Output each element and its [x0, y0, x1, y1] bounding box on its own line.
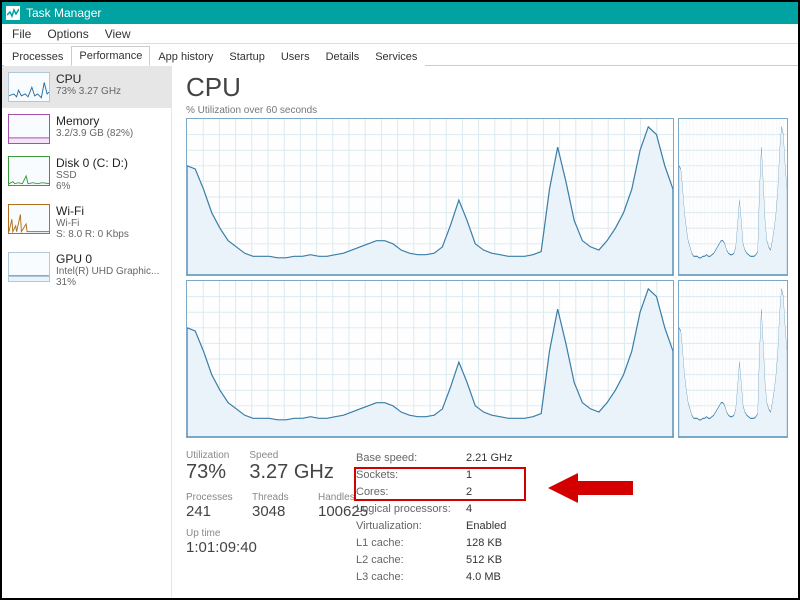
- logical-processors-value: 4: [466, 501, 472, 518]
- sidebar-item-cpu[interactable]: CPU 73% 3.27 GHz: [2, 66, 171, 108]
- chart-caption: % Utilization over 60 seconds: [186, 105, 788, 116]
- threads-label: Threads: [252, 492, 302, 503]
- logical-processors-label: Logical processors:: [356, 501, 466, 518]
- menu-view[interactable]: View: [97, 25, 139, 43]
- tab-users[interactable]: Users: [273, 47, 318, 66]
- sidebar-cpu-sub: 73% 3.27 GHz: [56, 86, 121, 97]
- app-icon: [6, 6, 20, 20]
- cores-value: 2: [466, 484, 472, 501]
- tab-services[interactable]: Services: [367, 47, 425, 66]
- wifi-thumb-icon: [8, 204, 50, 234]
- cpu-chart-1[interactable]: [186, 118, 674, 276]
- base-speed-label: Base speed:: [356, 450, 466, 467]
- sidebar-gpu-sub2: 31%: [56, 277, 159, 288]
- cores-label: Cores:: [356, 484, 466, 501]
- gpu-thumb-icon: [8, 252, 50, 282]
- uptime-label: Up time: [186, 528, 356, 539]
- sidebar-disk-sub2: 6%: [56, 181, 128, 192]
- cpu-thumb-icon: [8, 72, 50, 102]
- tab-performance[interactable]: Performance: [71, 46, 150, 66]
- l1-cache-label: L1 cache:: [356, 535, 466, 552]
- processes-label: Processes: [186, 492, 236, 503]
- tab-startup[interactable]: Startup: [221, 47, 272, 66]
- l3-cache-label: L3 cache:: [356, 569, 466, 586]
- sidebar-item-gpu[interactable]: GPU 0 Intel(R) UHD Graphic... 31%: [2, 246, 171, 294]
- cpu-chart-3[interactable]: [186, 280, 674, 438]
- window-title: Task Manager: [26, 6, 101, 20]
- l2-cache-label: L2 cache:: [356, 552, 466, 569]
- menu-bar: File Options View: [2, 24, 798, 44]
- l3-cache-value: 4.0 MB: [466, 569, 501, 586]
- content-area: CPU % Utilization over 60 seconds Utiliz…: [172, 66, 798, 598]
- cpu-chart-4[interactable]: [678, 280, 788, 438]
- title-bar: Task Manager: [2, 2, 798, 24]
- sidebar-disk-sub1: SSD: [56, 170, 128, 181]
- sidebar-item-memory[interactable]: Memory 3.2/3.9 GB (82%): [2, 108, 171, 150]
- sidebar-item-disk[interactable]: Disk 0 (C: D:) SSD 6%: [2, 150, 171, 198]
- speed-value: 3.27 GHz: [249, 461, 333, 484]
- processes-value: 241: [186, 503, 236, 520]
- menu-file[interactable]: File: [4, 25, 39, 43]
- sidebar-item-wifi[interactable]: Wi-Fi Wi-Fi S: 8.0 R: 0 Kbps: [2, 198, 171, 246]
- tab-details[interactable]: Details: [318, 47, 368, 66]
- sidebar: CPU 73% 3.27 GHz Memory 3.2/3.9 GB (82%)…: [2, 66, 172, 598]
- tab-processes[interactable]: Processes: [4, 47, 71, 66]
- memory-thumb-icon: [8, 114, 50, 144]
- sidebar-wifi-title: Wi-Fi: [56, 204, 129, 218]
- sidebar-gpu-sub1: Intel(R) UHD Graphic...: [56, 266, 159, 277]
- cpu-stats: Utilization 73% Speed 3.27 GHz Processes…: [186, 450, 788, 586]
- sidebar-memory-sub: 3.2/3.9 GB (82%): [56, 128, 133, 139]
- sidebar-wifi-sub1: Wi-Fi: [56, 218, 129, 229]
- base-speed-value: 2.21 GHz: [466, 450, 512, 467]
- cpu-chart-2[interactable]: [678, 118, 788, 276]
- disk-thumb-icon: [8, 156, 50, 186]
- threads-value: 3048: [252, 503, 302, 520]
- utilization-value: 73%: [186, 461, 229, 484]
- sockets-label: Sockets:: [356, 467, 466, 484]
- page-title: CPU: [186, 72, 788, 103]
- sockets-value: 1: [466, 467, 472, 484]
- sidebar-memory-title: Memory: [56, 114, 133, 128]
- sidebar-gpu-title: GPU 0: [56, 252, 159, 266]
- sidebar-wifi-sub2: S: 8.0 R: 0 Kbps: [56, 229, 129, 240]
- virtualization-value: Enabled: [466, 518, 506, 535]
- menu-options[interactable]: Options: [39, 25, 96, 43]
- main-area: CPU 73% 3.27 GHz Memory 3.2/3.9 GB (82%)…: [2, 66, 798, 598]
- uptime-value: 1:01:09:40: [186, 539, 356, 556]
- l2-cache-value: 512 KB: [466, 552, 502, 569]
- sidebar-cpu-title: CPU: [56, 72, 121, 86]
- tab-bar: Processes Performance App history Startu…: [2, 44, 798, 66]
- sidebar-disk-title: Disk 0 (C: D:): [56, 156, 128, 170]
- l1-cache-value: 128 KB: [466, 535, 502, 552]
- virtualization-label: Virtualization:: [356, 518, 466, 535]
- tab-apphistory[interactable]: App history: [150, 47, 221, 66]
- utilization-label: Utilization: [186, 450, 229, 461]
- speed-label: Speed: [249, 450, 333, 461]
- cpu-charts: [186, 118, 788, 438]
